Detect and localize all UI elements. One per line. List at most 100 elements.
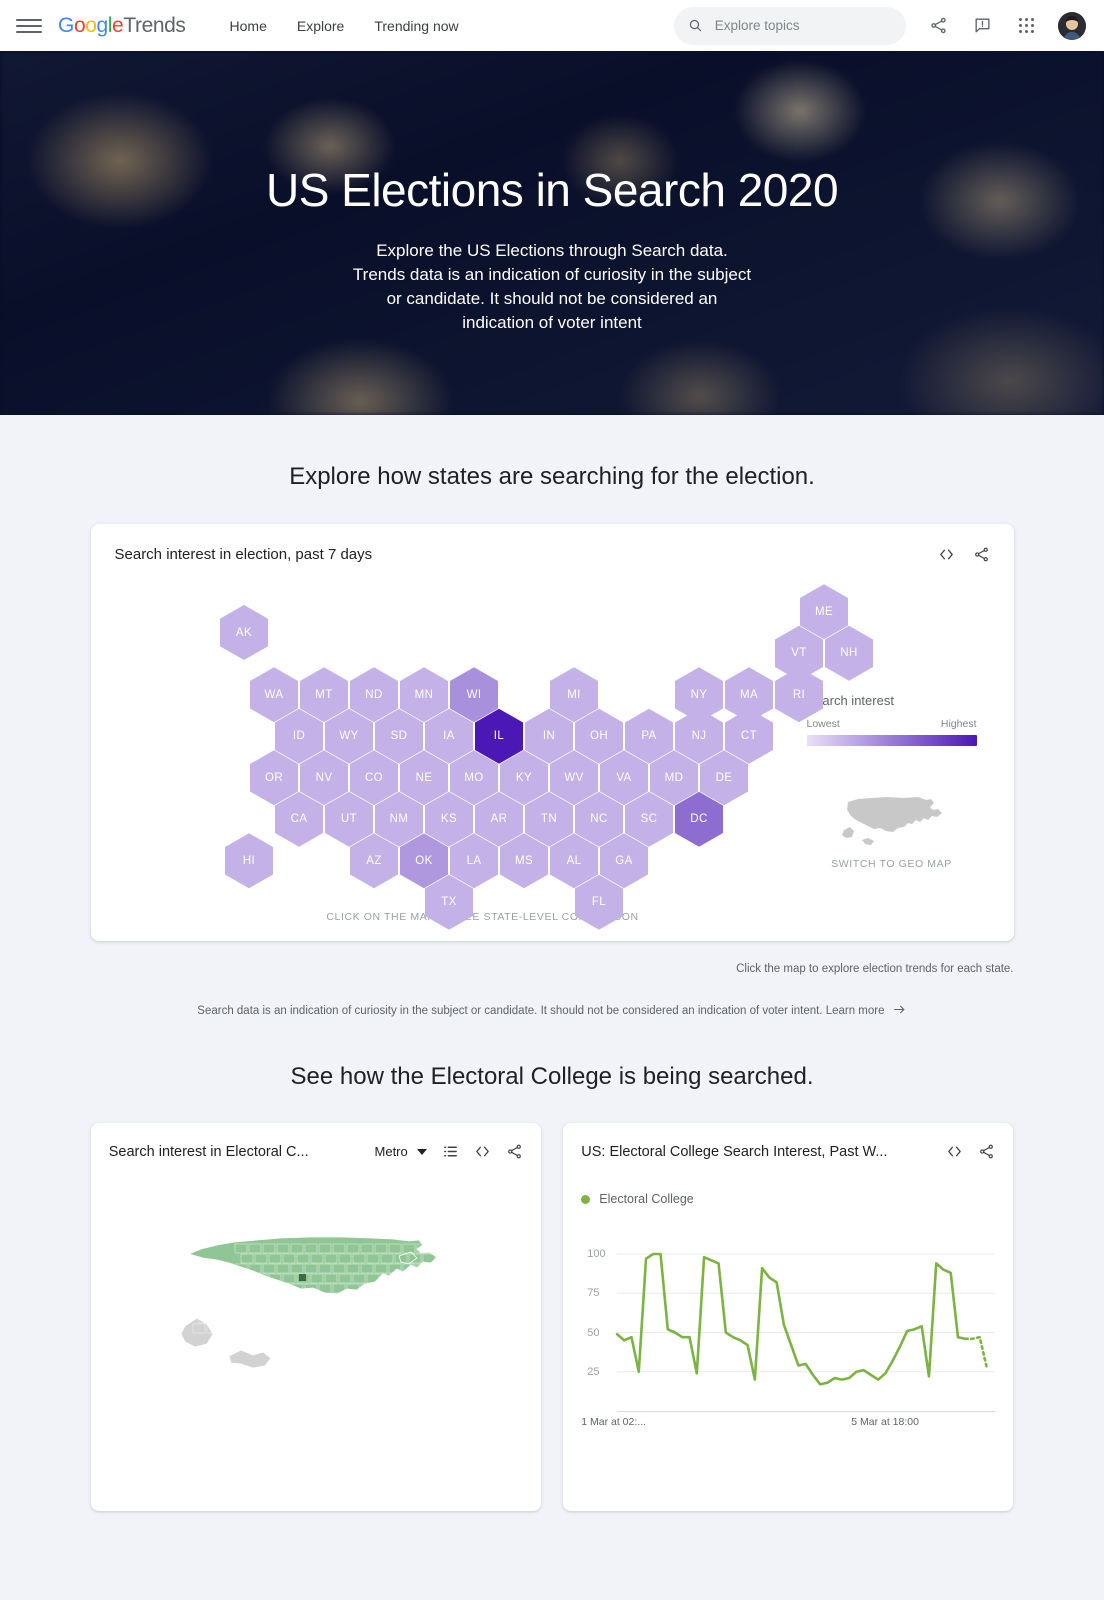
- google-trends-logo[interactable]: GoogleTrends: [58, 14, 186, 38]
- card-header: Search interest in election, past 7 days: [115, 546, 990, 563]
- state-hex-label: MI: [567, 688, 581, 701]
- share-icon[interactable]: [973, 546, 990, 563]
- map-county-outline: [212, 1273, 226, 1284]
- state-hex-label: CA: [290, 813, 308, 826]
- map-county-outline: [206, 1303, 220, 1314]
- state-hex-label: IL: [493, 730, 505, 743]
- map-legend: Search interest Lowest Highest SWITCH TO…: [806, 693, 977, 895]
- state-hex-label: AZ: [366, 854, 382, 867]
- state-hex-label: MT: [315, 688, 333, 701]
- map-county-outline: [254, 1293, 268, 1304]
- search-input[interactable]: [714, 18, 892, 33]
- bottom-cards-row: Search interest in Electoral C... Metro: [90, 1123, 1014, 1551]
- map-county-outline: [402, 1303, 416, 1314]
- map-county-outline: [394, 1313, 408, 1324]
- state-hex-hi[interactable]: HI: [225, 833, 273, 889]
- share-icon[interactable]: [978, 1143, 995, 1160]
- feedback-icon[interactable]: [970, 14, 994, 38]
- search-icon: [689, 19, 702, 32]
- map-county-outline: [402, 1283, 416, 1294]
- state-hex-label: NH: [840, 647, 858, 660]
- legend-title: Search interest: [806, 693, 894, 708]
- account-avatar[interactable]: [1058, 11, 1086, 40]
- x-axis-tick-start: 1 Mar at 02:...: [581, 1416, 647, 1428]
- map-county-outline: [198, 1273, 212, 1284]
- line-chart[interactable]: 25 50 75 100 1 Mar at 02:... 5 Mar at 18:00: [581, 1240, 996, 1430]
- logo-suffix: Trends: [123, 13, 186, 37]
- state-hex-label: AK: [235, 626, 253, 639]
- y-axis-tick-label: 50: [587, 1326, 600, 1339]
- nav-item-home[interactable]: Home: [230, 18, 267, 34]
- map-county-outline: [338, 1313, 352, 1324]
- legend-color-dot: [581, 1194, 591, 1204]
- map-county-outline: [198, 1293, 212, 1304]
- search-box[interactable]: [674, 6, 906, 45]
- state-hex-label: TN: [540, 813, 558, 826]
- nav-links: Home Explore Trending now: [230, 18, 459, 34]
- map-county-outline: [248, 1303, 262, 1314]
- state-hex-label: MN: [414, 688, 434, 701]
- series-line-electoral-college: [615, 1252, 967, 1386]
- map-county-outline: [234, 1303, 248, 1314]
- map-county-outline: [408, 1293, 422, 1304]
- disclaimer-note: Search data is an indication of curiosit…: [91, 1003, 1014, 1019]
- code-embed-icon[interactable]: [938, 546, 955, 563]
- map-county-outline: [346, 1303, 360, 1314]
- map-county-outline: [324, 1313, 338, 1324]
- map-county-outline: [212, 1313, 226, 1324]
- map-county-outline: [324, 1293, 338, 1304]
- map-county-outline: [422, 1313, 436, 1324]
- map-county-outline: [240, 1313, 254, 1324]
- legend-series-label: Electoral College: [599, 1192, 694, 1206]
- top-right-controls: [674, 6, 1086, 45]
- page-title: US Elections in Search 2020: [265, 164, 839, 216]
- state-hex-label: NE: [415, 771, 433, 784]
- state-hex-label: OR: [264, 771, 284, 784]
- hamburger-menu-icon[interactable]: [16, 13, 42, 39]
- map-county-outline: [220, 1283, 234, 1294]
- state-hex-ak[interactable]: AK: [220, 605, 268, 660]
- map-county-outline: [360, 1323, 374, 1334]
- logo-letter: e: [112, 13, 124, 37]
- hero-subtitle: Explore the US Elections through Search …: [352, 241, 752, 332]
- apps-grid-icon[interactable]: [1014, 14, 1038, 38]
- x-axis-tick-end: 5 Mar at 18:00: [851, 1416, 919, 1428]
- map-instruction-caption[interactable]: CLICK ON THE MAP TO SEE STATE-LEVEL COMP…: [203, 911, 763, 923]
- map-county-outline: [234, 1323, 248, 1334]
- map-county-outline: [380, 1313, 394, 1324]
- share-icon[interactable]: [506, 1143, 523, 1160]
- list-view-icon[interactable]: [442, 1143, 459, 1160]
- switch-to-geo-map-label: SWITCH TO GEO MAP: [831, 858, 952, 870]
- legend-lowest-label: Lowest: [806, 718, 840, 730]
- logo-letter: o: [73, 13, 86, 37]
- state-hex-label: NM: [389, 813, 409, 826]
- state-hex-label: MS: [514, 854, 534, 867]
- code-embed-icon[interactable]: [474, 1143, 491, 1160]
- nav-item-explore[interactable]: Explore: [297, 18, 344, 34]
- code-embed-icon[interactable]: [946, 1143, 963, 1160]
- map-county-outline: [226, 1273, 240, 1284]
- nav-item-trending-now[interactable]: Trending now: [374, 18, 458, 34]
- map-county-outline: [192, 1303, 206, 1314]
- disclaimer-text: Search data is an indication of curiosit…: [197, 1005, 823, 1017]
- state-hex-label: VT: [791, 647, 807, 660]
- state-hex-label: NC: [590, 813, 608, 826]
- state-hex-label: KS: [440, 813, 458, 826]
- map-county-outline: [380, 1293, 394, 1304]
- region-dropdown[interactable]: Metro: [375, 1144, 427, 1159]
- map-county-outline: [346, 1323, 360, 1334]
- learn-more-link[interactable]: Learn more: [826, 1005, 885, 1017]
- state-hex-label: OH: [589, 730, 609, 743]
- chevron-down-icon: [416, 1148, 427, 1155]
- us-metro-choropleth-map[interactable]: [171, 1216, 461, 1402]
- line-chart-plot: [615, 1252, 996, 1386]
- state-hexagon-cartogram[interactable]: AK ME VT NH WA MT ND MN WI MI NY MA RI ID WY SD IA IL IN OH…: [203, 584, 873, 930]
- state-hex-label: OK: [415, 854, 433, 867]
- share-icon[interactable]: [926, 14, 950, 38]
- map-county-outline: [402, 1323, 416, 1334]
- map-county-outline: [248, 1323, 262, 1334]
- state-hex-label: CT: [740, 730, 758, 743]
- map-county-outline: [290, 1303, 304, 1314]
- switch-to-geo-map-button[interactable]: SWITCH TO GEO MAP: [807, 790, 977, 870]
- state-hex-label: RI: [792, 688, 806, 701]
